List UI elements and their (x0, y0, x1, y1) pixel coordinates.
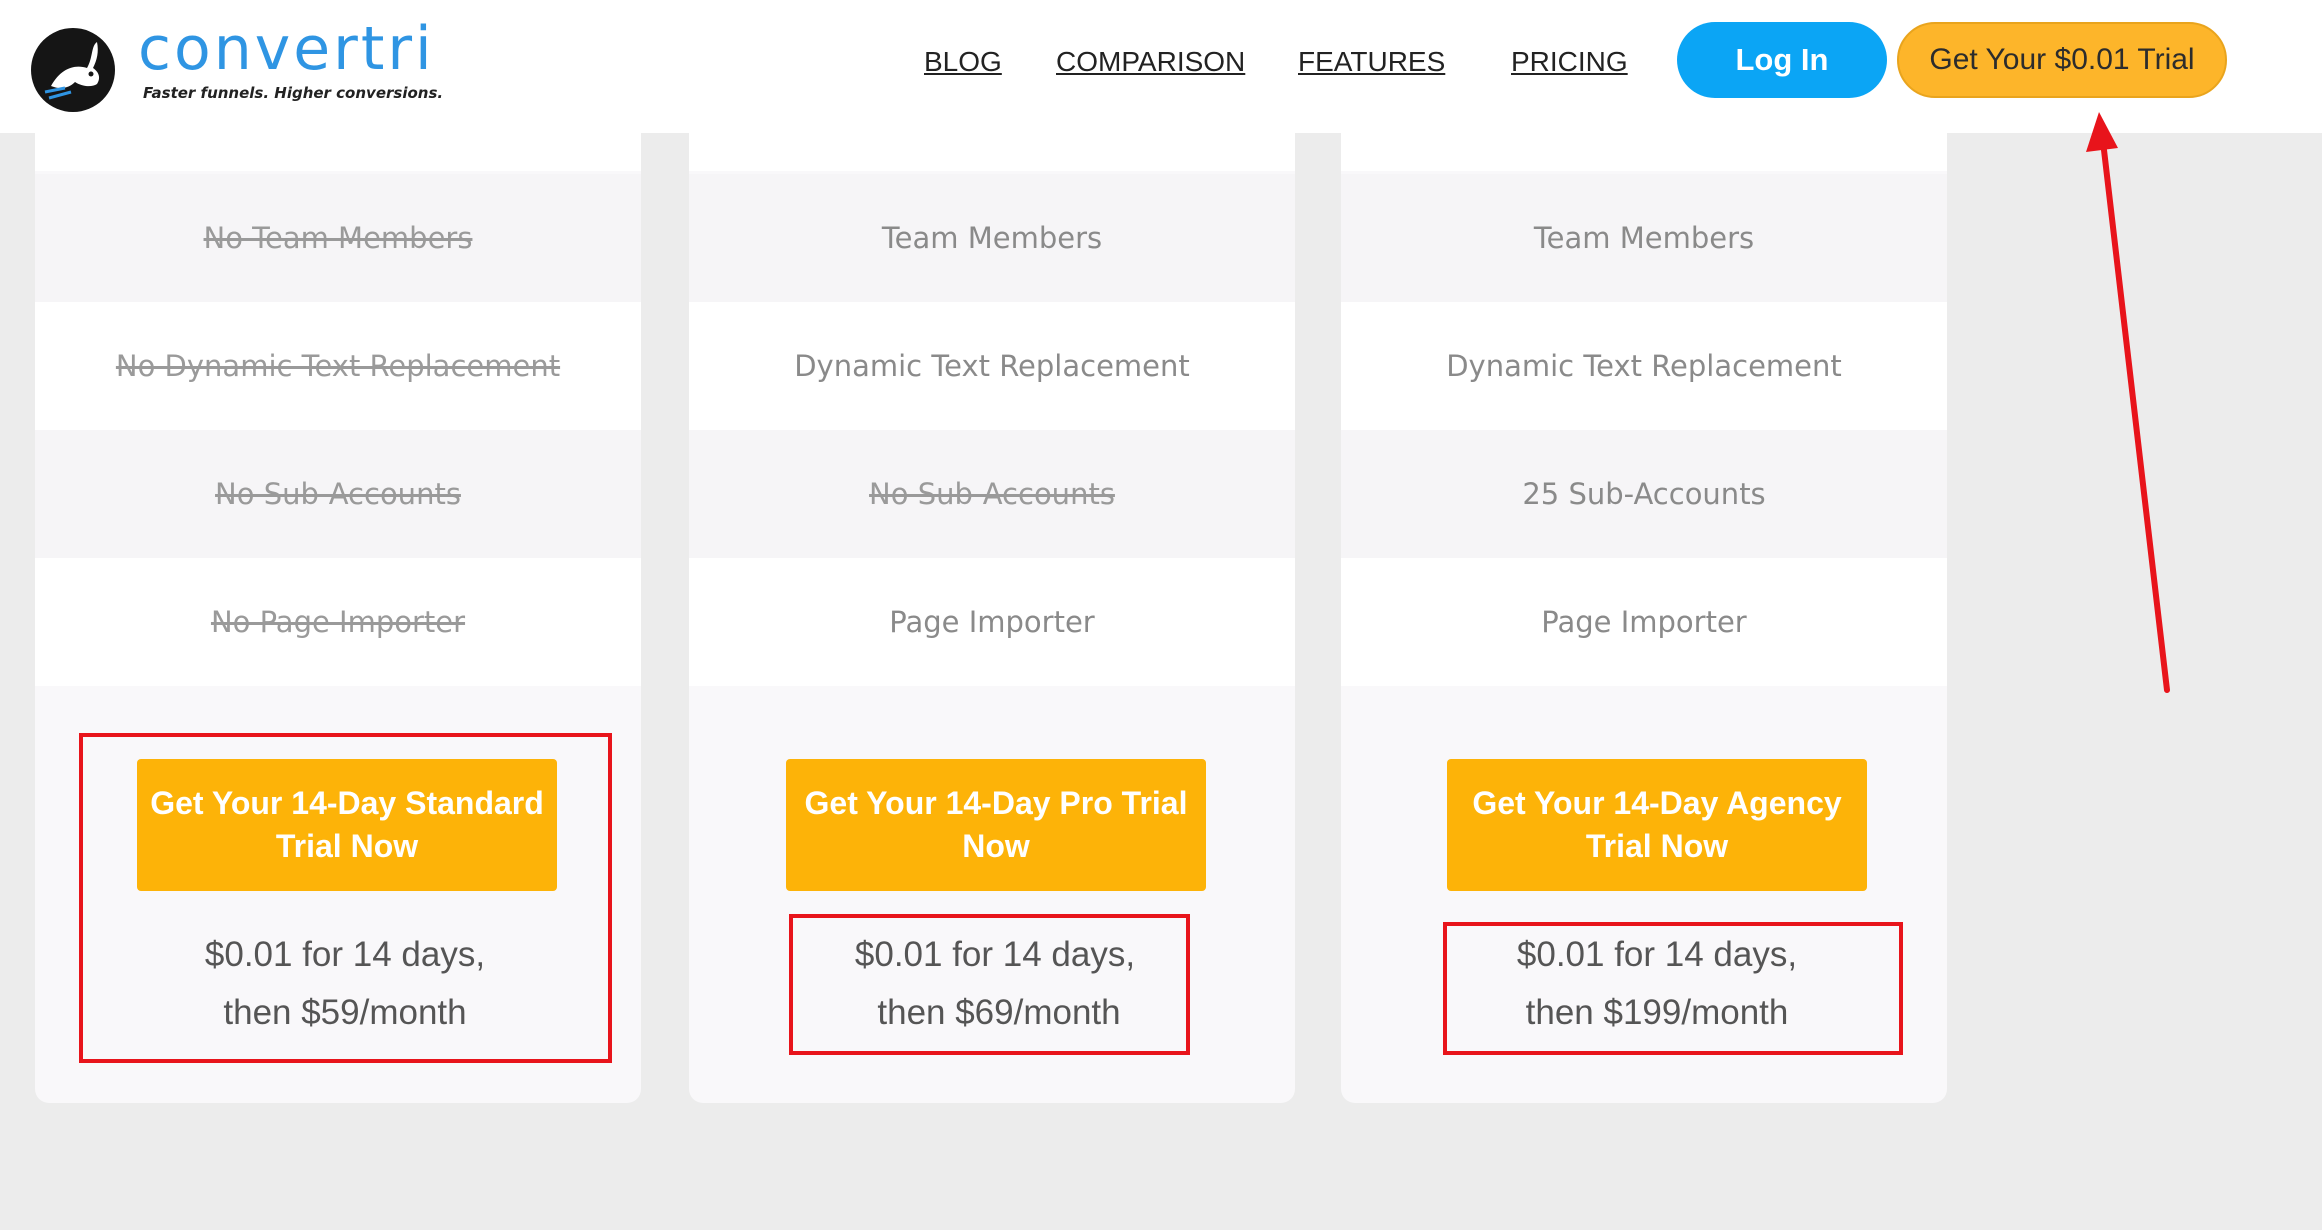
annotation-arrow-icon (2086, 112, 2170, 693)
